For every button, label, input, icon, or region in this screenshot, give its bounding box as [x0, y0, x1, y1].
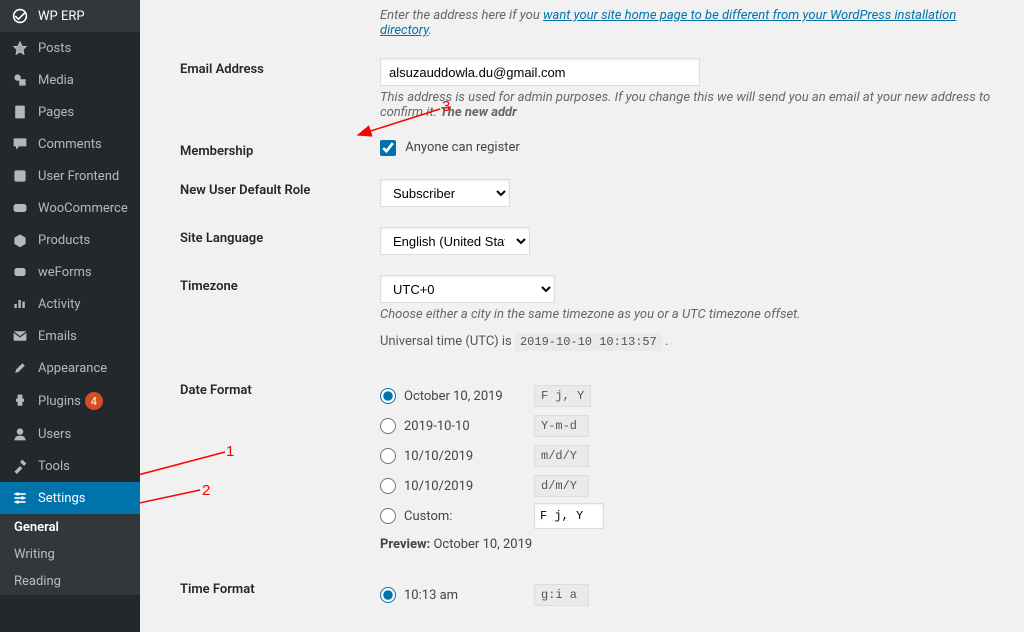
- time-format-option-label: 10:13 am: [404, 588, 534, 603]
- date-format-radio-custom[interactable]: [380, 508, 396, 524]
- userfrontend-icon: [10, 168, 30, 184]
- date-format-code: d/m/Y: [534, 475, 589, 497]
- sidebar-item-label: Activity: [38, 297, 81, 312]
- sidebar-item-label: Emails: [38, 329, 77, 344]
- sidebar-item-tools[interactable]: Tools: [0, 450, 140, 482]
- sidebar-item-appearance[interactable]: Appearance: [0, 352, 140, 384]
- sidebar-item-label: Pages: [38, 105, 74, 120]
- label-membership: Membership: [180, 140, 380, 159]
- label-default-role: New User Default Role: [180, 179, 380, 198]
- sidebar-sub-writing[interactable]: Writing: [0, 541, 140, 568]
- date-format-option-label: 10/10/2019: [404, 449, 534, 464]
- date-format-radio-0[interactable]: [380, 388, 396, 404]
- pin-icon: [10, 40, 30, 56]
- label-date-format: Date Format: [180, 379, 380, 398]
- main-content: Enter the address here if you want your …: [140, 0, 1024, 632]
- settings-icon: [10, 490, 30, 506]
- sidebar-item-label: Media: [38, 73, 74, 88]
- sidebar-item-label: User Frontend: [38, 169, 119, 184]
- sidebar-item-label: Settings: [38, 491, 85, 506]
- sidebar-item-emails[interactable]: Emails: [0, 320, 140, 352]
- default-role-select[interactable]: Subscriber: [380, 179, 510, 207]
- sidebar-item-comments[interactable]: Comments: [0, 128, 140, 160]
- media-icon: [10, 72, 30, 88]
- plugin-badge: 4: [85, 392, 103, 410]
- sidebar-item-label: WooCommerce: [38, 201, 128, 216]
- label-language: Site Language: [180, 227, 380, 246]
- utc-time-line: Universal time (UTC) is 2019-10-10 10:13…: [380, 334, 1004, 349]
- date-format-preview: Preview: October 10, 2019: [380, 537, 1004, 552]
- sidebar-item-weforms[interactable]: weForms: [0, 256, 140, 288]
- email-input[interactable]: [380, 58, 700, 86]
- sidebar-item-userfrontend[interactable]: User Frontend: [0, 160, 140, 192]
- sidebar-item-settings[interactable]: Settings: [0, 482, 140, 514]
- woo-icon: [10, 200, 30, 216]
- membership-checkbox-label[interactable]: Anyone can register: [380, 140, 520, 155]
- date-format-code: m/d/Y: [534, 445, 589, 467]
- label-email: Email Address: [180, 58, 380, 77]
- membership-checkbox[interactable]: [380, 140, 396, 156]
- sidebar-item-products[interactable]: Products: [0, 224, 140, 256]
- sidebar-item-posts[interactable]: Posts: [0, 32, 140, 64]
- label-time-format: Time Format: [180, 578, 380, 597]
- sidebar-item-label: Products: [38, 233, 90, 248]
- sidebar-item-label: Plugins: [38, 394, 81, 409]
- date-format-radio-2[interactable]: [380, 448, 396, 464]
- date-format-radio-1[interactable]: [380, 418, 396, 434]
- sidebar-sub-reading[interactable]: Reading: [0, 568, 140, 595]
- sidebar-item-woocommerce[interactable]: WooCommerce: [0, 192, 140, 224]
- sidebar-item-activity[interactable]: Activity: [0, 288, 140, 320]
- sidebar-item-pages[interactable]: Pages: [0, 96, 140, 128]
- sidebar-item-label: Users: [38, 427, 71, 442]
- anno-3: 3: [442, 98, 450, 115]
- brush-icon: [10, 360, 30, 376]
- time-format-code: g:i a: [534, 584, 589, 606]
- sidebar-item-wperp[interactable]: WP ERP: [0, 0, 140, 32]
- plugin-icon: [10, 393, 30, 409]
- activity-icon: [10, 296, 30, 312]
- date-format-code: F j, Y: [534, 385, 591, 407]
- sidebar-item-plugins[interactable]: Plugins 4: [0, 384, 140, 418]
- anno-1: 1: [226, 443, 234, 460]
- address-hint: Enter the address here if you want your …: [380, 8, 1004, 38]
- sidebar-item-label: weForms: [38, 265, 92, 280]
- anno-2: 2: [202, 482, 210, 499]
- users-icon: [10, 426, 30, 442]
- date-format-code: Y-m-d: [534, 415, 589, 437]
- sidebar-item-label: Tools: [38, 459, 70, 474]
- sidebar-item-media[interactable]: Media: [0, 64, 140, 96]
- timezone-hint: Choose either a city in the same timezon…: [380, 307, 1004, 322]
- date-format-custom-input[interactable]: [534, 503, 604, 529]
- sidebar-item-label: WP ERP: [38, 9, 85, 24]
- page-icon: [10, 104, 30, 120]
- product-icon: [10, 232, 30, 248]
- sidebar-sub-general[interactable]: General: [0, 514, 140, 541]
- date-format-custom-label: Custom:: [404, 509, 534, 524]
- admin-sidebar: WP ERP Posts Media Pages Comments User F…: [0, 0, 140, 632]
- email-hint: This address is used for admin purposes.…: [380, 90, 1004, 120]
- comment-icon: [10, 136, 30, 152]
- weforms-icon: [10, 264, 30, 280]
- date-format-option-label: October 10, 2019: [404, 389, 534, 404]
- sidebar-item-users[interactable]: Users: [0, 418, 140, 450]
- label-timezone: Timezone: [180, 275, 380, 294]
- date-format-radio-3[interactable]: [380, 478, 396, 494]
- time-format-radio-0[interactable]: [380, 587, 396, 603]
- language-select[interactable]: English (United States): [380, 227, 530, 255]
- tools-icon: [10, 458, 30, 474]
- wperp-icon: [10, 8, 30, 24]
- date-format-option-label: 2019-10-10: [404, 419, 534, 434]
- email-icon: [10, 328, 30, 344]
- date-format-option-label: 10/10/2019: [404, 479, 534, 494]
- sidebar-item-label: Appearance: [38, 361, 107, 376]
- sidebar-item-label: Comments: [38, 137, 102, 152]
- utc-time-value: 2019-10-10 10:13:57: [515, 333, 662, 351]
- timezone-select[interactable]: UTC+0: [380, 275, 555, 303]
- sidebar-item-label: Posts: [38, 41, 71, 56]
